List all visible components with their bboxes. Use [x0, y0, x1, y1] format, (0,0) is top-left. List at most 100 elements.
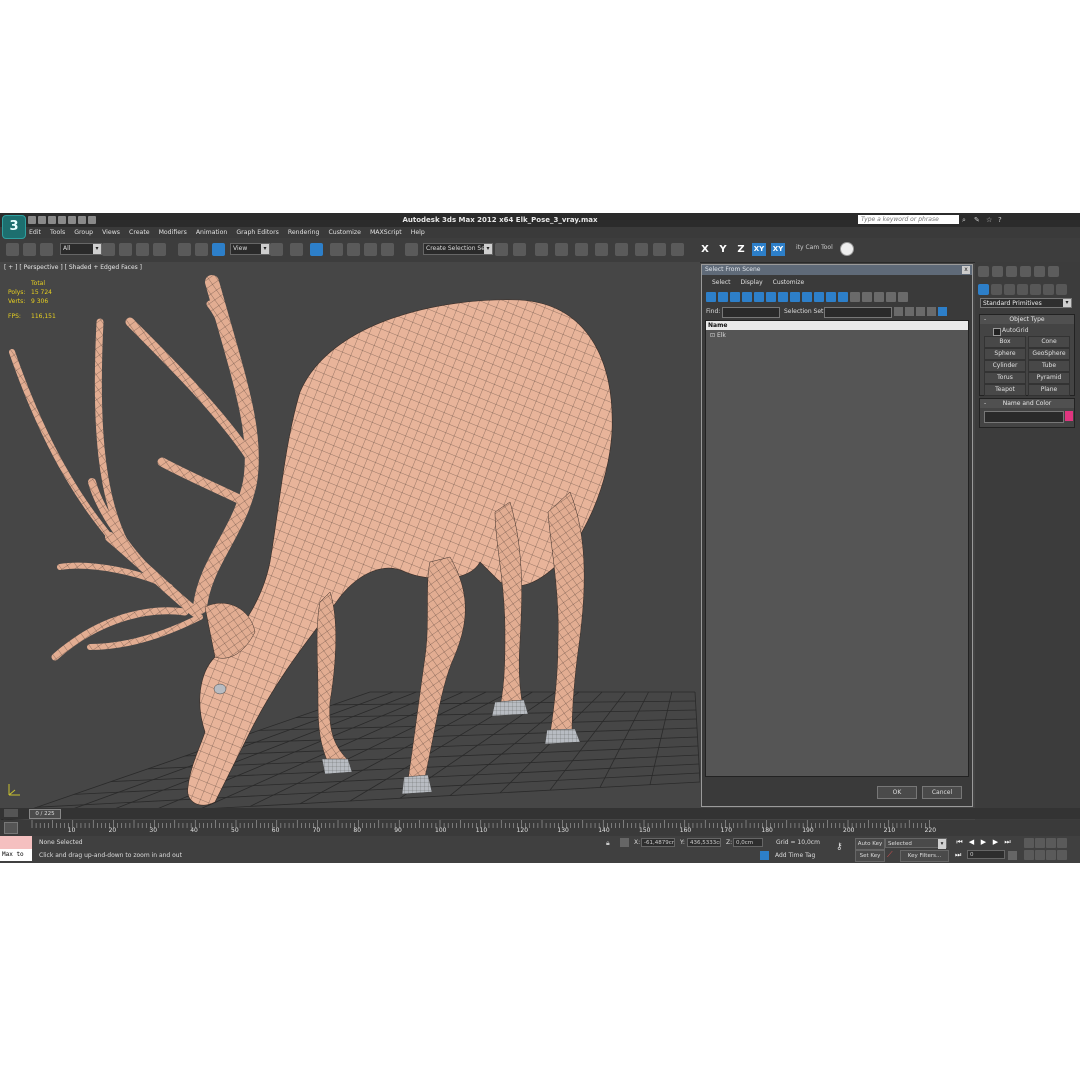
primitive-pyramid-button[interactable]: Pyramid — [1028, 372, 1070, 384]
time-slider[interactable]: 0 / 225 — [0, 808, 1080, 819]
time-configuration-icon[interactable] — [1008, 851, 1017, 860]
ok-button[interactable]: OK — [877, 786, 917, 799]
angle-snap-icon[interactable] — [347, 243, 360, 256]
search-input[interactable]: Type a keyword or phrase — [858, 215, 959, 224]
curve-editor-mini-icon[interactable] — [4, 822, 18, 834]
orbit-icon[interactable] — [1046, 850, 1056, 860]
maxscript-mini-listener[interactable]: Max to — [0, 849, 32, 861]
create-tab-icon[interactable] — [978, 266, 989, 277]
zoom-extents-icon[interactable] — [1046, 838, 1056, 848]
edit-set-icon[interactable] — [916, 307, 925, 316]
scene-object-list[interactable]: Name ⊡ Elk — [705, 320, 969, 777]
helpers-icon[interactable] — [1030, 284, 1041, 295]
shapes-icon[interactable] — [991, 284, 1002, 295]
sync-selection-icon[interactable] — [938, 307, 947, 316]
add-set-icon[interactable] — [894, 307, 903, 316]
auto-key-button[interactable]: Auto Key — [855, 838, 885, 850]
cam-tool-icon[interactable] — [840, 242, 854, 256]
go-to-end-icon[interactable]: ⏭ — [1003, 838, 1012, 847]
next-frame-icon[interactable]: ▶ — [991, 838, 1000, 847]
named-selection-set-select[interactable]: Create Selection Se ▾ — [423, 243, 493, 255]
filter-funnel-icon[interactable] — [886, 292, 896, 302]
axis-z-button[interactable]: Z — [734, 243, 748, 256]
key-filters-button[interactable]: Key Filters... — [900, 850, 949, 862]
menu-graph-editors[interactable]: Graph Editors — [236, 229, 278, 236]
curve-editor-icon[interactable] — [575, 243, 588, 256]
zoom-icon[interactable] — [1024, 838, 1034, 848]
key-mode-toggle-icon[interactable]: ⏭ — [955, 851, 965, 860]
tools-icon[interactable]: ✎ — [974, 216, 982, 224]
autogrid-checkbox[interactable]: AutoGrid — [993, 327, 1029, 336]
menu-help[interactable]: Help — [411, 229, 425, 236]
key-mode-select[interactable]: Selected ▾ — [885, 838, 947, 849]
cancel-button[interactable]: Cancel — [922, 786, 962, 799]
list-item[interactable]: ⊡ Elk — [710, 332, 726, 339]
close-icon[interactable]: x — [962, 266, 970, 274]
object-type-header[interactable]: - Object Type — [980, 315, 1074, 324]
primitive-tube-button[interactable]: Tube — [1028, 360, 1070, 372]
filter-frozen-icon[interactable] — [826, 292, 836, 302]
rectangle-selection-icon[interactable] — [136, 243, 149, 256]
spinner-snap-icon[interactable] — [381, 243, 394, 256]
filter-bones-icon[interactable] — [802, 292, 812, 302]
pan-icon[interactable] — [1035, 850, 1045, 860]
zoom-all-icon[interactable] — [1035, 838, 1045, 848]
schematic-view-icon[interactable] — [595, 243, 608, 256]
go-to-start-icon[interactable]: ⏮ — [955, 838, 964, 847]
application-button[interactable]: 3 — [2, 215, 26, 239]
bind-space-warp-icon[interactable] — [40, 243, 53, 256]
menu-animation[interactable]: Animation — [196, 229, 228, 236]
current-frame-field[interactable]: 0 — [967, 850, 1005, 859]
filter-helpers-icon[interactable] — [754, 292, 764, 302]
time-slider-thumb[interactable]: 0 / 225 — [29, 809, 61, 819]
menu-edit[interactable]: Edit — [29, 229, 41, 236]
select-set-icon[interactable] — [927, 307, 936, 316]
track-bar[interactable]: 10 20 30 40 50 60 70 80 90 100 110 120 130 140 150 160 1… — [0, 820, 1080, 836]
filter-hidden-icon[interactable] — [838, 292, 848, 302]
primitive-plane-button[interactable]: Plane — [1028, 384, 1070, 396]
name-and-color-header[interactable]: - Name and Color — [980, 399, 1074, 408]
set-key-button[interactable]: Set Key — [855, 850, 885, 862]
percent-snap-icon[interactable] — [364, 243, 377, 256]
snaps-toggle-icon[interactable] — [330, 243, 343, 256]
menu-customize[interactable]: Customize — [328, 229, 360, 236]
menu-create[interactable]: Create — [129, 229, 150, 236]
primitive-torus-button[interactable]: Torus — [984, 372, 1026, 384]
primitive-cylinder-button[interactable]: Cylinder — [984, 360, 1026, 372]
name-column-header[interactable]: Name — [706, 321, 968, 330]
cameras-icon[interactable] — [1017, 284, 1028, 295]
filter-containers-icon[interactable] — [814, 292, 824, 302]
window-crossing-icon[interactable] — [153, 243, 166, 256]
object-color-swatch[interactable] — [1065, 411, 1073, 421]
binoculars-icon[interactable]: ⌕ — [962, 216, 970, 224]
maxscript-listener-top[interactable] — [0, 836, 32, 849]
cam-tool-label[interactable]: ity Cam Tool — [796, 244, 833, 251]
y-coordinate-field[interactable]: 436,5333cm — [687, 838, 721, 847]
play-icon[interactable]: ▶ — [979, 838, 988, 847]
render-production-icon[interactable] — [671, 243, 684, 256]
maximize-viewport-icon[interactable] — [1057, 850, 1067, 860]
mirror-icon[interactable] — [495, 243, 508, 256]
render-setup-icon[interactable] — [635, 243, 648, 256]
align-icon[interactable] — [513, 243, 526, 256]
filter-spacewarps-icon[interactable] — [766, 292, 776, 302]
menu-group[interactable]: Group — [74, 229, 93, 236]
motion-tab-icon[interactable] — [1020, 266, 1031, 277]
selection-filter-select[interactable]: All ▾ — [60, 243, 102, 255]
pivot-center-icon[interactable] — [270, 243, 283, 256]
axis-xy-cycle-button[interactable]: XY — [771, 243, 785, 256]
set-key-icon[interactable]: ⟋ — [887, 850, 897, 860]
edit-named-selection-icon[interactable] — [405, 243, 418, 256]
previous-frame-icon[interactable]: ◀ — [967, 838, 976, 847]
key-icon[interactable]: ⚷ — [836, 842, 843, 852]
move-icon[interactable] — [178, 243, 191, 256]
lights-icon[interactable] — [1004, 284, 1015, 295]
material-editor-icon[interactable] — [615, 243, 628, 256]
primitive-geosphere-button[interactable]: GeoSphere — [1028, 348, 1070, 360]
object-name-input[interactable] — [984, 411, 1064, 423]
dialog-menu-display[interactable]: Display — [741, 279, 763, 286]
viewport-label[interactable]: [ + ] [ Perspective ] [ Shaded + Edged F… — [4, 264, 142, 271]
display-all-icon[interactable] — [850, 292, 860, 302]
space-warps-icon[interactable] — [1043, 284, 1054, 295]
star-icon[interactable]: ☆ — [986, 216, 994, 224]
